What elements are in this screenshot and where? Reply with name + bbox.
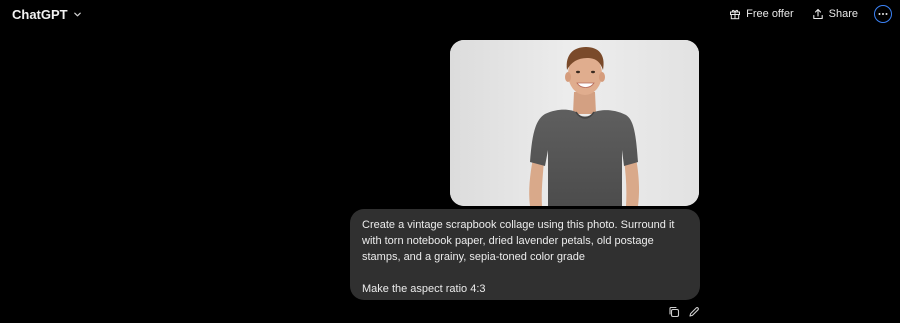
chevron-down-icon	[73, 10, 82, 19]
user-message-bubble: Create a vintage scrapbook collage using…	[350, 209, 700, 300]
message-paragraph: Make the aspect ratio 4:3	[362, 283, 486, 295]
free-offer-label: Free offer	[746, 8, 794, 20]
edit-button[interactable]	[688, 306, 700, 318]
share-button[interactable]: Share	[808, 5, 862, 23]
model-selector[interactable]: ChatGPT	[12, 7, 82, 22]
model-name: ChatGPT	[12, 7, 68, 22]
more-options-button[interactable]	[874, 5, 892, 23]
message-paragraph: Create a vintage scrapbook collage using…	[362, 219, 675, 263]
more-options-icon	[878, 13, 888, 15]
edit-icon	[689, 307, 699, 317]
portrait-image	[450, 40, 699, 206]
free-offer-button[interactable]: Free offer	[725, 5, 798, 23]
top-bar: ChatGPT Free offer Share	[0, 0, 900, 32]
header-actions: Free offer Share	[715, 5, 892, 23]
uploaded-photo[interactable]	[450, 40, 699, 206]
share-label: Share	[828, 8, 858, 20]
message-actions	[660, 306, 700, 318]
gift-icon	[730, 9, 741, 20]
share-icon	[812, 8, 823, 20]
copy-button[interactable]	[668, 306, 680, 318]
copy-icon	[669, 306, 680, 318]
